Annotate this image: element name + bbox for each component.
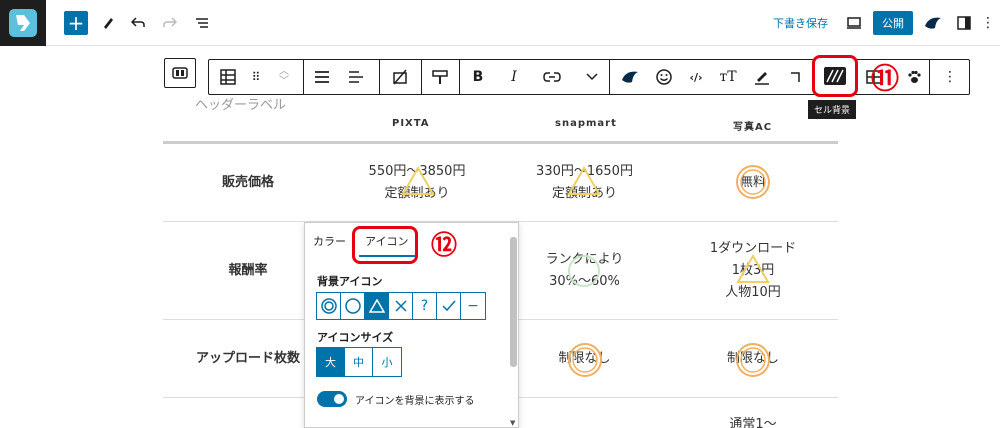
size-large-option[interactable]: 大 xyxy=(317,348,345,376)
cell-text-line1: 330円～1650円 xyxy=(536,163,633,179)
link-icon[interactable] xyxy=(537,60,567,94)
cell-background-button[interactable] xyxy=(812,55,858,97)
cell-text-line2: 定額制あり xyxy=(551,185,617,201)
table-cell[interactable]: 330円～1650円 定額制あり xyxy=(501,144,668,221)
triangle-option[interactable] xyxy=(365,293,389,319)
circle-option[interactable] xyxy=(341,293,365,319)
bg-icon-label: 背景アイコン xyxy=(317,275,383,288)
cell-background-icon xyxy=(824,67,846,85)
code-icon[interactable]: ‹/› xyxy=(681,60,711,94)
callout-number-12: ⑫ xyxy=(430,230,457,261)
table-cell[interactable]: ランクにより 30%～60% xyxy=(501,222,668,319)
bold-icon[interactable]: B xyxy=(463,60,493,94)
cell-style-icon[interactable] xyxy=(425,60,455,94)
icon-size-selector: 大 中 小 xyxy=(316,347,402,377)
text-align-icon[interactable] xyxy=(341,60,371,94)
cell-text-line2: 30%～60% xyxy=(549,273,620,289)
cell-text-line2: 定額制あり xyxy=(384,185,450,201)
size-medium-option[interactable]: 中 xyxy=(345,348,373,376)
save-draft-button[interactable]: 下書き保存 xyxy=(773,15,828,31)
preview-icon[interactable] xyxy=(844,11,864,35)
highlight-pen-icon[interactable] xyxy=(747,60,777,94)
show-icon-toggle[interactable] xyxy=(317,391,347,407)
row-label: 販売価格 xyxy=(221,174,274,190)
more-format-chevron-icon[interactable] xyxy=(577,60,607,94)
cell-text: 制限なし xyxy=(726,350,779,366)
italic-icon[interactable]: I xyxy=(499,60,529,94)
swell-format-icon[interactable] xyxy=(615,60,645,94)
cell-text: 通常1～ xyxy=(729,417,777,428)
cross-option[interactable] xyxy=(389,293,413,319)
cell-text: 無料 xyxy=(739,174,766,190)
top-toolbar: + 下書き保存 公開 ⋮ xyxy=(0,0,1000,46)
column-header-photoac: 写真AC xyxy=(733,122,773,133)
table-cell[interactable]: 550円～3850円 定額制あり xyxy=(333,144,501,221)
table-cell[interactable]: 通常1～ xyxy=(668,398,838,428)
table-row[interactable]: 販売価格 550円～3850円 定額制あり 330円～1650円 定額制あり 無… xyxy=(163,144,838,222)
align-icon[interactable] xyxy=(307,60,337,94)
cell-text-line3: 人物10円 xyxy=(725,284,781,300)
dash-option[interactable]: − xyxy=(461,293,485,319)
column-header-pixta: PIXTA xyxy=(392,118,430,129)
logo-icon xyxy=(9,9,37,37)
column-header-snapmart: snapmart xyxy=(555,118,617,129)
list-view-icon[interactable] xyxy=(192,11,212,35)
double-circle-option[interactable] xyxy=(317,293,341,319)
cell-background-tooltip: セル背景 xyxy=(808,100,857,119)
cell-text-line1: 1ダウンロード xyxy=(709,240,797,256)
site-logo[interactable] xyxy=(0,0,46,46)
undo-icon[interactable] xyxy=(128,11,148,35)
block-type-button[interactable] xyxy=(164,58,196,88)
icon-tab-highlight xyxy=(352,226,418,264)
cell-text-line2: 1枚3円 xyxy=(731,262,775,278)
swell-logo-icon[interactable] xyxy=(922,11,944,35)
settings-sidebar-icon[interactable] xyxy=(954,11,974,35)
publish-button[interactable]: 公開 xyxy=(873,11,913,35)
table-cell[interactable]: 制限なし xyxy=(501,320,668,397)
edit-tool-icon[interactable] xyxy=(98,11,118,35)
tab-color[interactable]: カラー xyxy=(313,233,346,249)
redo-icon[interactable] xyxy=(160,11,180,35)
cell-text-line1: ランクにより xyxy=(545,251,624,267)
show-icon-toggle-label: アイコンを背景に表示する xyxy=(355,396,475,407)
bg-icon-selector: ? − xyxy=(316,292,486,320)
emoji-icon[interactable] xyxy=(649,60,679,94)
table-cell[interactable]: 1ダウンロード 1枚3円 人物10円 xyxy=(668,222,838,319)
size-small-option[interactable]: 小 xyxy=(373,348,401,376)
font-size-icon[interactable]: ᴛT xyxy=(713,60,743,94)
drag-handle-icon[interactable]: ⠿ xyxy=(241,60,271,94)
options-menu-icon[interactable]: ⋮ xyxy=(980,11,996,35)
table-cell[interactable]: 制限なし xyxy=(668,320,838,397)
question-option[interactable]: ? xyxy=(413,293,437,319)
cell-text: 制限なし xyxy=(558,350,611,366)
table-cell[interactable]: 無料 xyxy=(668,144,838,221)
cell-merge-icon[interactable] xyxy=(781,60,811,94)
move-up-down-icon[interactable]: ︿ ﹀ xyxy=(269,60,299,94)
icon-size-label: アイコンサイズ xyxy=(317,331,394,344)
more-options-icon[interactable]: ⋮ xyxy=(935,60,965,94)
scroll-down-icon[interactable]: ▼ xyxy=(510,419,515,427)
add-block-button[interactable]: + xyxy=(64,11,88,35)
no-fill-icon[interactable] xyxy=(385,60,415,94)
callout-number-11: ⑪ xyxy=(870,62,899,95)
table-icon[interactable] xyxy=(213,60,243,94)
popover-scrollbar[interactable] xyxy=(510,237,517,367)
header-label-text: ヘッダーラベル xyxy=(195,98,287,113)
check-option[interactable] xyxy=(437,293,461,319)
cell-text-line1: 550円～3850円 xyxy=(368,163,466,179)
